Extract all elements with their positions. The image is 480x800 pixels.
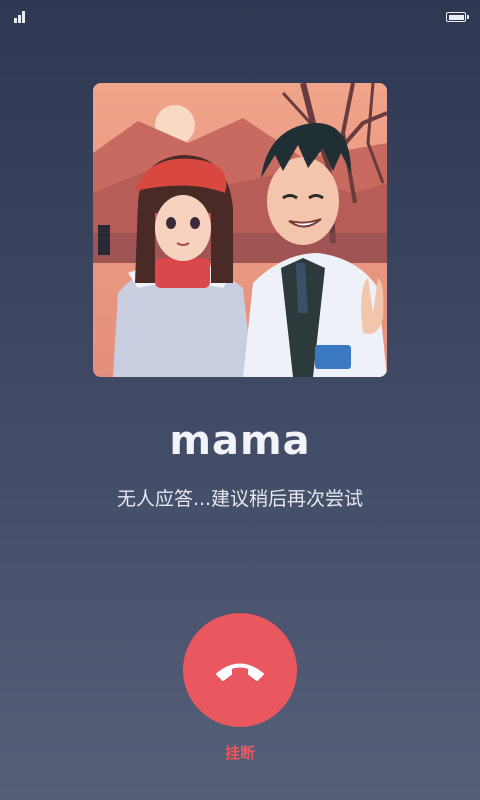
hangup-label[interactable]: 挂断 bbox=[0, 742, 480, 763]
contact-name: mama bbox=[169, 418, 311, 464]
battery-full-icon bbox=[446, 12, 469, 22]
call-status-text: 无人应答...建议稍后再次尝试 bbox=[116, 488, 364, 510]
phone-hangup-icon bbox=[216, 663, 264, 681]
contact-avatar bbox=[93, 83, 387, 377]
contact-avatar-illustration bbox=[93, 83, 387, 377]
hangup-button[interactable] bbox=[183, 613, 297, 727]
signal-bars-icon bbox=[14, 11, 28, 23]
status-bar bbox=[0, 0, 480, 34]
